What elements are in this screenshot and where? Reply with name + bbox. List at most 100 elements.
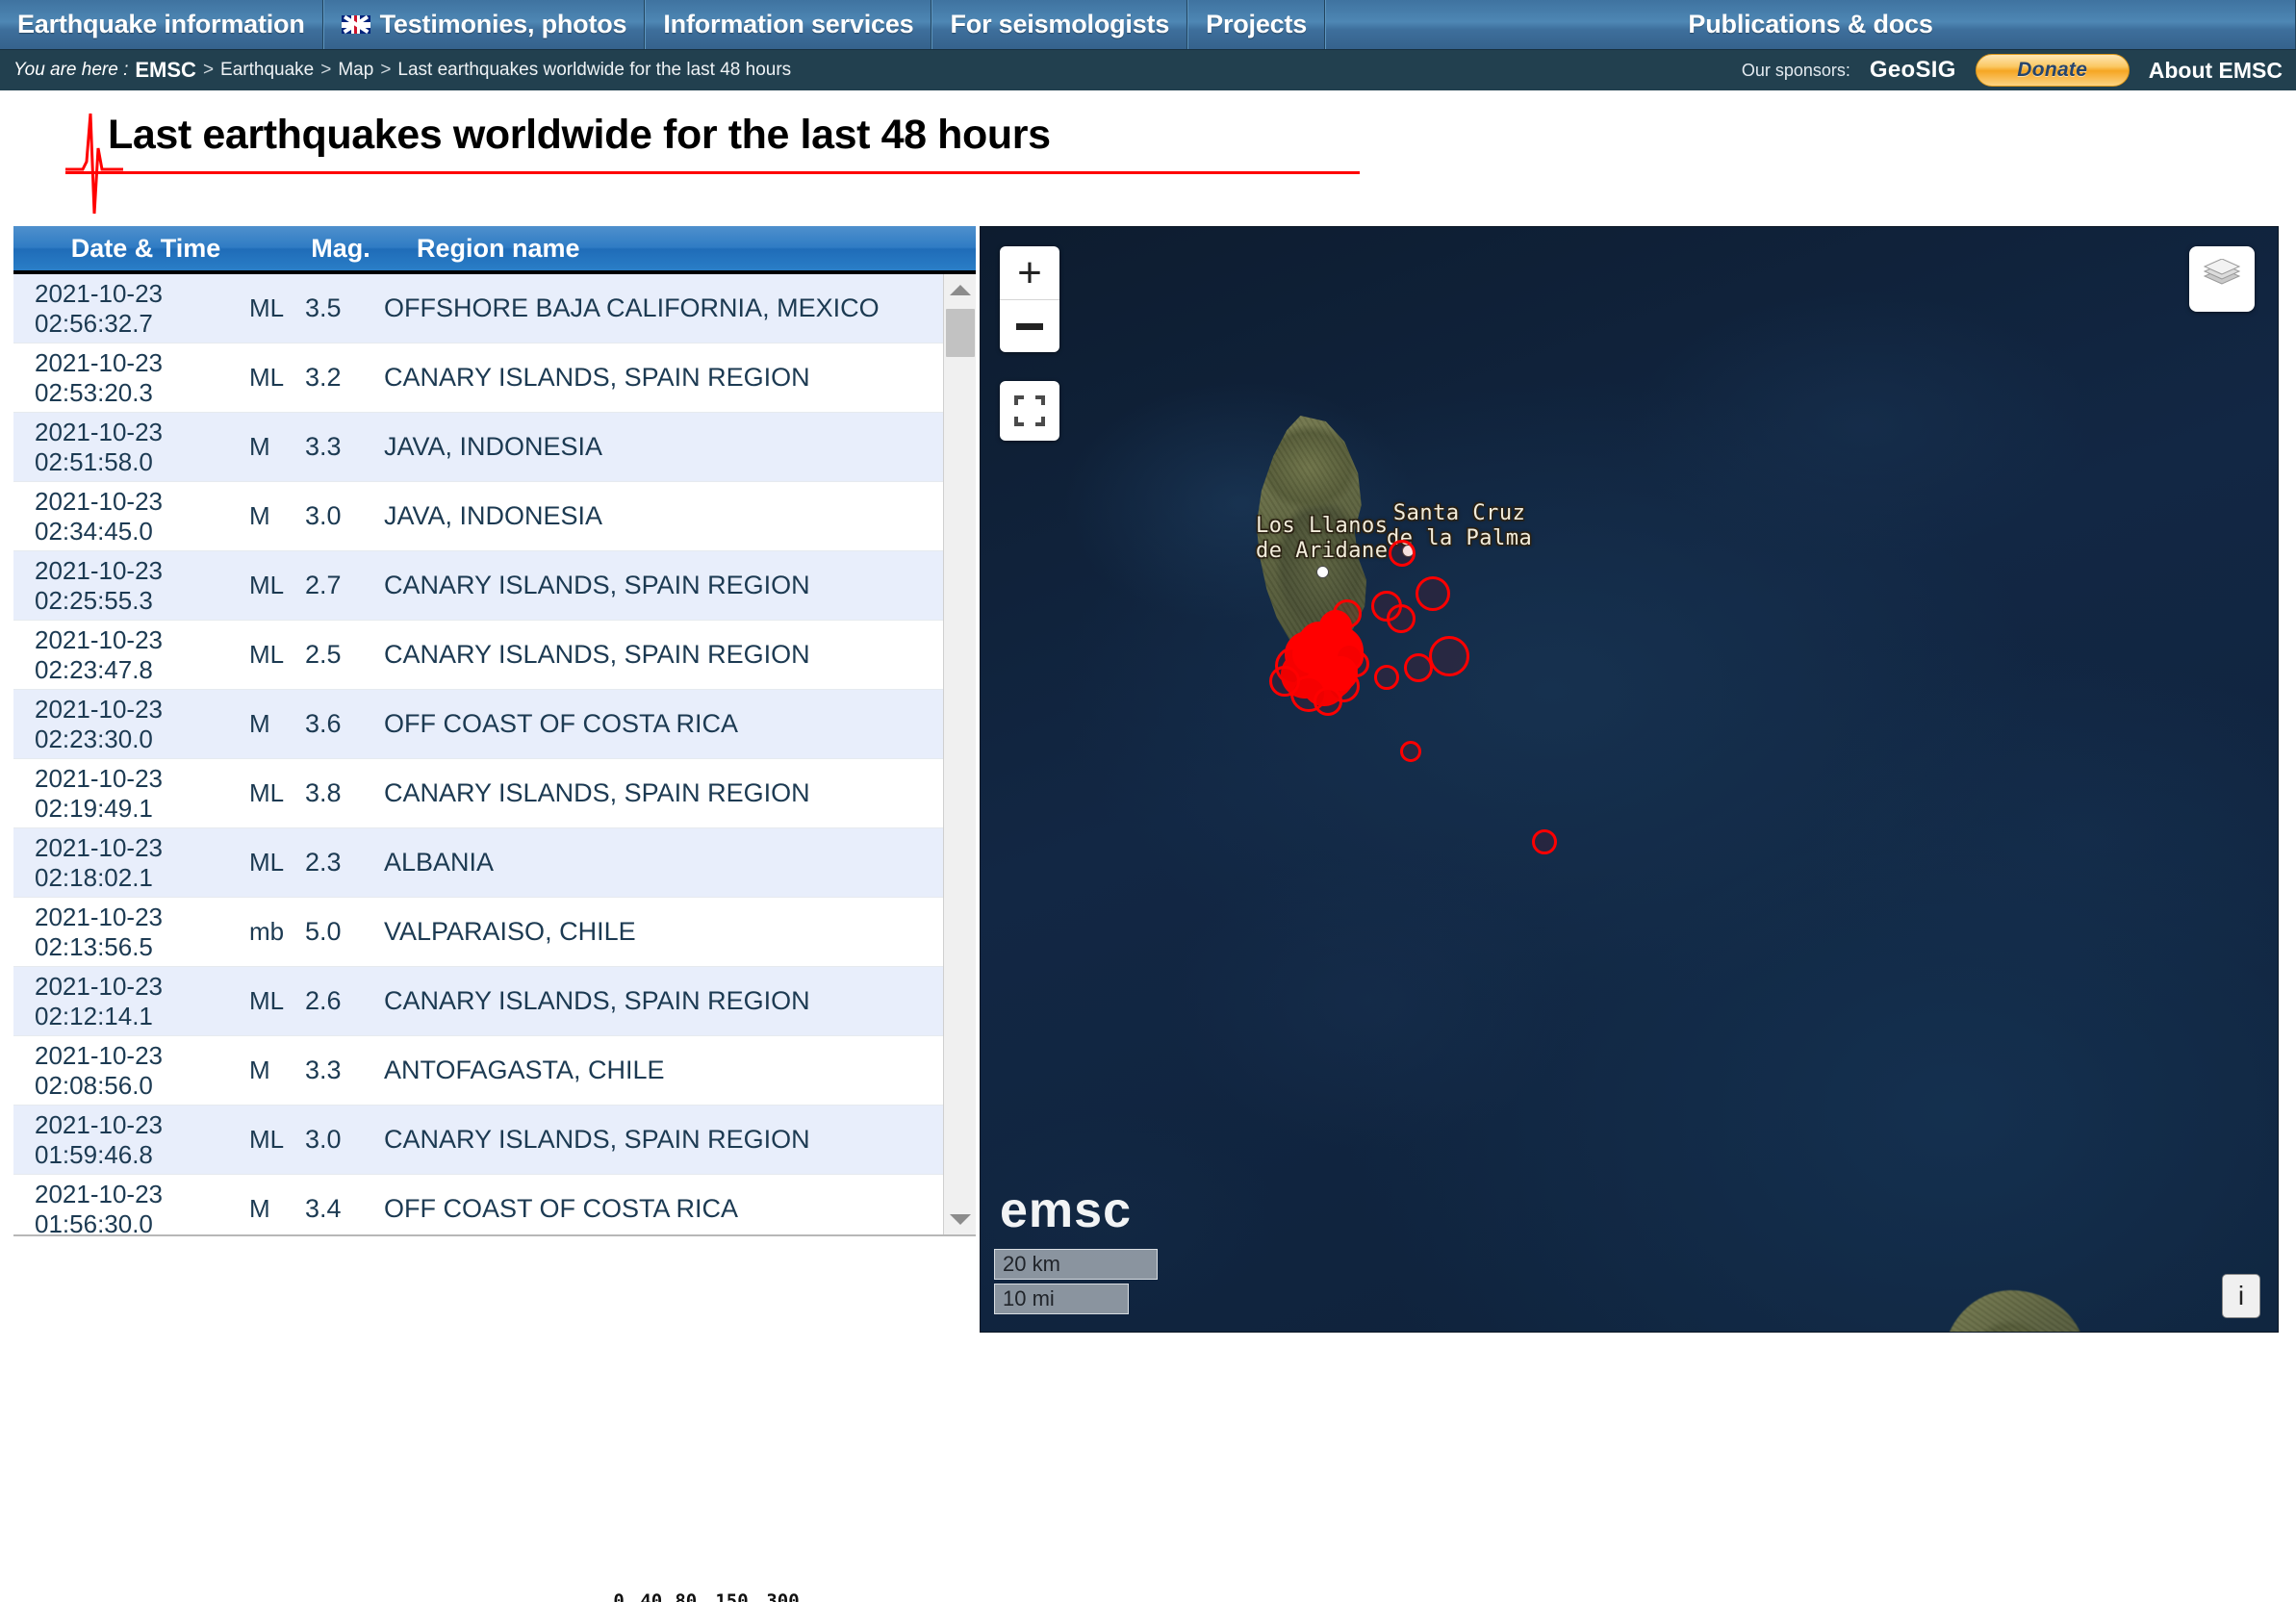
nav-item-publications-docs[interactable]: Publications & docs xyxy=(1325,0,2296,49)
earthquake-map[interactable]: Los Llanos de Aridane Santa Cruz de la P… xyxy=(980,226,2279,1333)
depth-tick-0: 0 xyxy=(613,1590,625,1602)
cell-region: CANARY ISLANDS, SPAIN REGION xyxy=(384,985,810,1015)
cell-region: OFF COAST OF COSTA RICA xyxy=(384,708,739,738)
table-row[interactable]: 2021-10-23 02:53:20.3 ML 3.2 CANARY ISLANDS,… xyxy=(13,343,976,413)
cell-region: CANARY ISLANDS, SPAIN REGION xyxy=(384,1124,810,1154)
nav-label: Earthquake information xyxy=(17,10,305,38)
sponsor-geosig-link[interactable]: GeoSIG xyxy=(1870,57,1956,84)
cell-magnitude: 2.7 xyxy=(305,571,342,599)
cell-time: 02:19:49.1 xyxy=(35,793,153,823)
table-row[interactable]: 2021-10-23 02:51:58.0 M 3.3 JAVA, INDONESIA xyxy=(13,413,976,482)
cell-region: CANARY ISLANDS, SPAIN REGION xyxy=(384,639,810,669)
nav-item-earthquake-information[interactable]: Earthquake information xyxy=(0,0,323,49)
quake-marker[interactable] xyxy=(1532,829,1557,854)
map-info-button[interactable]: i xyxy=(2222,1274,2260,1318)
cell-datetime: 2021-10-23 02:08:56.0 xyxy=(13,1041,249,1100)
cell-date: 2021-10-23 xyxy=(35,832,163,862)
quake-marker[interactable] xyxy=(1404,653,1433,682)
cell-time: 02:13:56.5 xyxy=(35,931,153,961)
nav-label: Projects xyxy=(1206,10,1308,38)
earthquake-list-panel: Date & Time Mag. Region name 2021-10-23 0… xyxy=(13,226,976,1236)
fullscreen-button[interactable] xyxy=(1000,381,1059,441)
cell-datetime: 2021-10-23 02:18:02.1 xyxy=(13,833,249,892)
breadcrumb-item-earthquake[interactable]: Earthquake xyxy=(220,60,314,81)
cell-region: VALPARAISO, CHILE xyxy=(384,916,636,946)
cell-time: 01:59:46.8 xyxy=(35,1139,153,1169)
table-row[interactable]: 2021-10-23 01:56:30.0 M 3.4 OFF COAST OF COS… xyxy=(13,1175,976,1236)
table-row[interactable]: 2021-10-23 02:19:49.1 ML 3.8 CANARY ISLANDS,… xyxy=(13,759,976,828)
cell-time: 02:08:56.0 xyxy=(35,1070,153,1100)
breadcrumb-current: Last earthquakes worldwide for the last … xyxy=(397,60,792,80)
quake-marker[interactable] xyxy=(1387,604,1416,633)
donate-button[interactable]: Donate xyxy=(1975,54,2130,87)
cell-datetime: 2021-10-23 02:23:47.8 xyxy=(13,625,249,684)
table-row[interactable]: 2021-10-23 02:23:30.0 M 3.6 OFF COAST OF COS… xyxy=(13,690,976,759)
breadcrumb: You are here : EMSC > Earthquake > Map >… xyxy=(13,58,791,83)
quake-marker[interactable] xyxy=(1374,665,1399,690)
cell-region: JAVA, INDONESIA xyxy=(384,431,603,461)
title-underline xyxy=(65,171,1360,174)
cell-datetime: 2021-10-23 02:34:45.0 xyxy=(13,487,249,546)
map-zoom-control[interactable]: + xyxy=(1000,246,1059,352)
cell-magnitude-type: ML xyxy=(249,778,285,807)
scrollbar-thumb[interactable] xyxy=(946,309,975,357)
table-row[interactable]: 2021-10-23 02:18:02.1 ML 2.3 ALBANIA xyxy=(13,828,976,898)
cell-time: 01:56:30.0 xyxy=(35,1208,153,1236)
nav-label: For seismologists xyxy=(950,10,1170,38)
zoom-in-button[interactable]: + xyxy=(1000,246,1059,299)
table-row[interactable]: 2021-10-23 01:59:46.8 ML 3.0 CANARY ISLANDS,… xyxy=(13,1106,976,1175)
cell-magnitude-type: ML xyxy=(249,986,285,1015)
table-scrollbar[interactable] xyxy=(943,274,976,1234)
column-header-datetime[interactable]: Date & Time xyxy=(13,234,278,264)
quake-marker[interactable] xyxy=(1389,540,1416,567)
cell-magnitude: 5.0 xyxy=(305,917,342,946)
cell-magnitude: 3.5 xyxy=(305,293,342,322)
quake-marker[interactable] xyxy=(1269,666,1300,697)
earthquake-table-body[interactable]: 2021-10-23 02:56:32.7 ML 3.5 OFFSHORE BAJA C… xyxy=(13,274,976,1236)
cell-time: 02:51:58.0 xyxy=(35,446,153,476)
table-row[interactable]: 2021-10-23 02:34:45.0 M 3.0 JAVA, INDONESIA xyxy=(13,482,976,551)
quake-marker[interactable] xyxy=(1400,741,1421,762)
scroll-up-arrow-icon[interactable] xyxy=(944,274,976,305)
cell-datetime: 2021-10-23 02:56:32.7 xyxy=(13,279,249,338)
cell-magnitude-type: ML xyxy=(249,363,285,392)
about-emsc-link[interactable]: About EMSC xyxy=(2149,58,2283,84)
nav-item-information-services[interactable]: Information services xyxy=(645,0,932,49)
column-header-magnitude[interactable]: Mag. xyxy=(278,234,403,264)
nav-item-testimonies-photos[interactable]: Testimonies, photos xyxy=(322,0,646,49)
nav-item-for-seismologists[interactable]: For seismologists xyxy=(931,0,1188,49)
minus-icon xyxy=(1016,322,1043,330)
table-row[interactable]: 2021-10-23 02:12:14.1 ML 2.6 CANARY ISLANDS,… xyxy=(13,967,976,1036)
uk-flag-icon xyxy=(341,15,370,34)
quake-marker[interactable] xyxy=(1323,656,1358,691)
cell-datetime: 2021-10-23 01:59:46.8 xyxy=(13,1110,249,1169)
cell-date: 2021-10-23 xyxy=(35,902,163,931)
cell-magnitude-type: M xyxy=(249,432,270,461)
cell-datetime: 2021-10-23 01:56:30.0 xyxy=(13,1180,249,1236)
main-navigation: Earthquake information Testimonies, phot… xyxy=(0,0,2296,50)
quake-marker[interactable] xyxy=(1429,636,1469,676)
breadcrumb-separator: > xyxy=(380,60,392,80)
cell-magnitude: 2.5 xyxy=(305,640,342,669)
breadcrumb-item-map[interactable]: Map xyxy=(338,60,373,81)
nav-label: Testimonies, photos xyxy=(379,10,627,38)
column-header-region[interactable]: Region name xyxy=(403,234,580,264)
table-row[interactable]: 2021-10-23 02:08:56.0 M 3.3 ANTOFAGASTA, CHI… xyxy=(13,1036,976,1106)
nav-item-projects[interactable]: Projects xyxy=(1187,0,1326,49)
zoom-out-button[interactable] xyxy=(1000,299,1059,352)
table-row[interactable]: 2021-10-23 02:56:32.7 ML 3.5 OFFSHORE BAJA C… xyxy=(13,274,976,343)
cell-magnitude: 3.3 xyxy=(305,432,342,461)
cell-magnitude: 3.8 xyxy=(305,778,342,807)
quake-marker[interactable] xyxy=(1416,576,1450,611)
breadcrumb-root[interactable]: EMSC xyxy=(135,58,196,83)
map-layers-button[interactable] xyxy=(2189,246,2255,312)
table-row[interactable]: 2021-10-23 02:23:47.8 ML 2.5 CANARY ISLANDS,… xyxy=(13,621,976,690)
map-label-los-llanos-de-aridane: Los Llanos de Aridane xyxy=(1256,514,1389,563)
cell-datetime: 2021-10-23 02:25:55.3 xyxy=(13,556,249,615)
cell-date: 2021-10-23 xyxy=(35,555,163,585)
table-row[interactable]: 2021-10-23 02:25:55.3 ML 2.7 CANARY ISLANDS,… xyxy=(13,551,976,621)
table-row[interactable]: 2021-10-23 02:13:56.5 mb 5.0 VALPARAISO, CHI… xyxy=(13,898,976,967)
scroll-down-arrow-icon[interactable] xyxy=(944,1204,976,1234)
quake-marker[interactable] xyxy=(1314,687,1342,716)
cell-region: JAVA, INDONESIA xyxy=(384,500,603,530)
